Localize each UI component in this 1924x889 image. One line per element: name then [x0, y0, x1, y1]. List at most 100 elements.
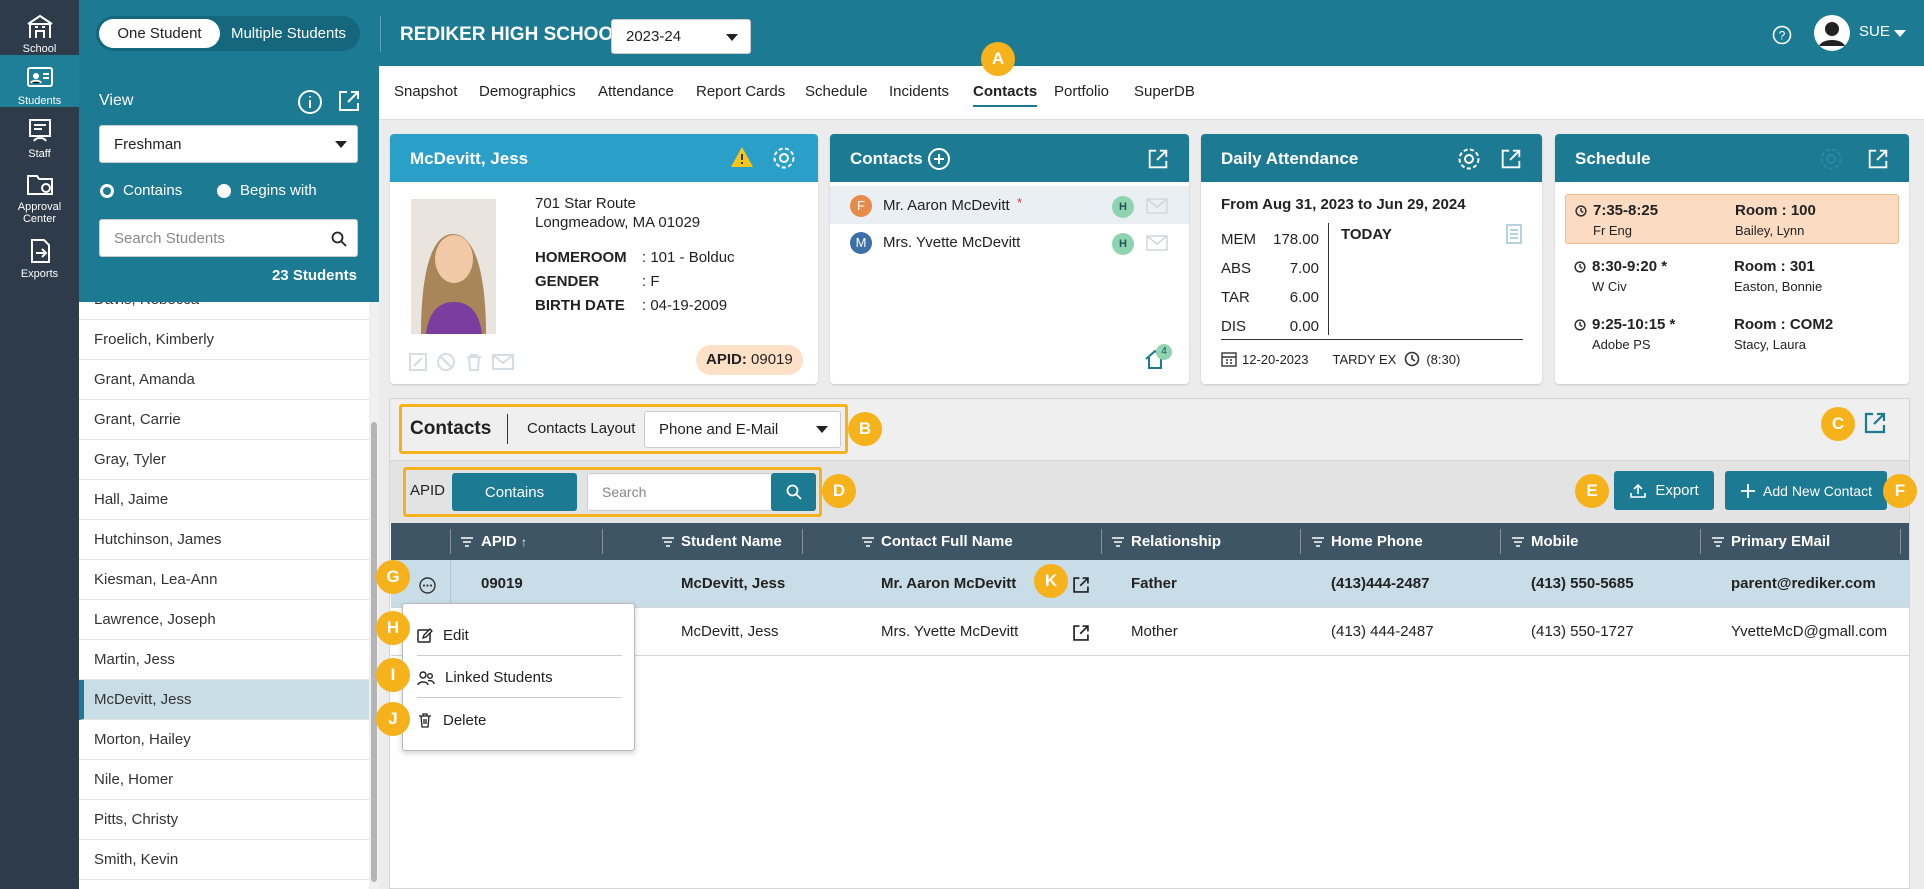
- export-button[interactable]: Export: [1614, 471, 1714, 510]
- filter-icon[interactable]: [1712, 537, 1724, 547]
- open-external-icon[interactable]: [1146, 147, 1170, 171]
- menu-item-linked-students[interactable]: Linked Students: [417, 658, 622, 698]
- note-icon[interactable]: [1506, 224, 1522, 244]
- add-circle-icon[interactable]: [927, 147, 951, 171]
- tab-contacts[interactable]: Contacts: [973, 83, 1038, 107]
- rail-staff[interactable]: Staff: [0, 117, 79, 160]
- grade-select[interactable]: Freshman: [99, 125, 358, 163]
- tab-incidents[interactable]: Incidents: [889, 83, 949, 100]
- mail-icon[interactable]: [1146, 235, 1168, 251]
- warning-icon[interactable]: [730, 146, 754, 168]
- trash-icon[interactable]: [464, 352, 484, 372]
- col-apid[interactable]: APID ↑: [481, 533, 527, 550]
- list-item[interactable]: Kiesman, Lea-Ann: [79, 560, 379, 600]
- col-contact-full-name[interactable]: Contact Full Name: [881, 533, 1013, 550]
- col-mobile[interactable]: Mobile: [1531, 533, 1579, 550]
- open-external-icon[interactable]: [1866, 147, 1890, 171]
- list-item-selected[interactable]: McDevitt, Jess: [79, 680, 379, 720]
- col-student-name[interactable]: Student Name: [681, 533, 782, 550]
- block-icon[interactable]: [436, 352, 456, 372]
- open-external-icon[interactable]: [1499, 147, 1523, 171]
- student-address: 701 Star Route Longmeadow, MA 01029: [535, 195, 701, 231]
- filter-icon[interactable]: [862, 537, 874, 547]
- filter-icon[interactable]: [1112, 537, 1124, 547]
- tab-portfolio[interactable]: Portfolio: [1054, 83, 1109, 100]
- contact-row[interactable]: M Mrs. Yvette McDevitt H: [830, 224, 1189, 262]
- list-item[interactable]: Nile, Homer: [79, 760, 379, 800]
- attendance-card: Daily Attendance From Aug 31, 2023 to Ju…: [1201, 134, 1542, 384]
- user-name[interactable]: SUE: [1859, 23, 1890, 40]
- add-new-contact-button[interactable]: Add New Contact: [1725, 471, 1887, 510]
- list-item[interactable]: Grant, Amanda: [79, 360, 379, 400]
- list-item[interactable]: Pitts, Christy: [79, 800, 379, 840]
- multiple-students-option[interactable]: Multiple Students: [220, 19, 357, 48]
- open-external-icon[interactable]: [336, 88, 362, 114]
- search-button[interactable]: [771, 473, 816, 511]
- scrollbar-thumb[interactable]: [371, 422, 377, 882]
- avatar[interactable]: [1814, 15, 1850, 51]
- mail-icon[interactable]: [1146, 198, 1168, 214]
- user-menu-chevron-icon[interactable]: [1894, 30, 1906, 37]
- contact-row[interactable]: F Mr. Aaron McDevitt * H: [830, 186, 1189, 224]
- contains-filter-button[interactable]: Contains: [452, 473, 577, 511]
- list-item[interactable]: Hutchinson, James: [79, 520, 379, 560]
- rail-exports[interactable]: Exports: [0, 237, 79, 280]
- search-icon[interactable]: [331, 231, 347, 247]
- schedule-row-current[interactable]: 7:35-8:25 Fr Eng Room : 100 Bailey, Lynn: [1565, 194, 1899, 244]
- gear-icon[interactable]: [771, 145, 797, 171]
- search-students-input[interactable]: Search Students: [99, 219, 358, 257]
- schedule-row[interactable]: 9:25-10:15 * Adobe PS Room : COM2 Stacy,…: [1565, 309, 1899, 359]
- one-student-option[interactable]: One Student: [99, 19, 220, 48]
- callout-c: C: [1821, 407, 1855, 441]
- col-home-phone[interactable]: Home Phone: [1331, 533, 1423, 550]
- list-item[interactable]: Smith, Kevin: [79, 840, 379, 880]
- upload-icon: [1630, 483, 1647, 498]
- schedule-row[interactable]: 8:30-9:20 * W Civ Room : 301 Easton, Bon…: [1565, 251, 1899, 301]
- col-primary-email[interactable]: Primary EMail: [1731, 533, 1830, 550]
- filter-icon[interactable]: [662, 537, 674, 547]
- radio-begins-with[interactable]: Begins with: [216, 182, 317, 199]
- list-item[interactable]: Davis, Rebecca: [79, 302, 379, 320]
- scrollbar-track[interactable]: [369, 302, 379, 889]
- contacts-layout-select[interactable]: Phone and E-Mail: [644, 411, 841, 448]
- rail-school[interactable]: School: [0, 12, 79, 55]
- gear-icon[interactable]: [1456, 146, 1482, 172]
- list-item[interactable]: Morton, Hailey: [79, 720, 379, 760]
- rail-approval-center[interactable]: Approval Center: [0, 170, 79, 225]
- today-label: TODAY: [1341, 226, 1392, 243]
- more-options-icon[interactable]: [419, 577, 436, 594]
- radio-contains[interactable]: Contains: [99, 182, 182, 199]
- filter-icon[interactable]: [1512, 537, 1524, 547]
- tab-snapshot[interactable]: Snapshot: [394, 83, 457, 100]
- rail-students[interactable]: Students: [0, 55, 79, 107]
- table-row[interactable]: 09019 McDevitt, Jess Mr. Aaron McDevitt …: [391, 560, 1909, 608]
- list-item[interactable]: Martin, Jess: [79, 640, 379, 680]
- linked-users-icon: [417, 670, 435, 685]
- menu-item-delete[interactable]: Delete: [417, 700, 622, 740]
- list-item[interactable]: Gray, Tyler: [79, 440, 379, 480]
- filter-icon[interactable]: [461, 537, 473, 547]
- list-item[interactable]: Grant, Carrie: [79, 400, 379, 440]
- tab-superdb[interactable]: SuperDB: [1134, 83, 1195, 100]
- tab-attendance[interactable]: Attendance: [598, 83, 674, 100]
- col-relationship[interactable]: Relationship: [1131, 533, 1221, 550]
- menu-item-edit[interactable]: Edit: [417, 616, 622, 656]
- open-external-icon[interactable]: [1862, 410, 1888, 436]
- chevron-down-icon: [816, 426, 828, 433]
- tab-report-cards[interactable]: Report Cards: [696, 83, 785, 100]
- list-item[interactable]: Lawrence, Joseph: [79, 600, 379, 640]
- trash-icon: [419, 713, 431, 728]
- mail-icon[interactable]: [492, 352, 514, 372]
- info-icon[interactable]: [297, 89, 323, 115]
- open-contact-icon[interactable]: [1071, 623, 1091, 643]
- list-item[interactable]: Froelich, Kimberly: [79, 320, 379, 360]
- filter-icon[interactable]: [1312, 537, 1324, 547]
- contact-search-input[interactable]: Search: [587, 473, 773, 511]
- open-contact-icon[interactable]: [1071, 575, 1091, 595]
- tab-demographics[interactable]: Demographics: [479, 83, 576, 100]
- list-item[interactable]: Hall, Jaime: [79, 480, 379, 520]
- help-icon[interactable]: ?: [1772, 25, 1792, 45]
- tab-schedule[interactable]: Schedule: [805, 83, 868, 100]
- edit-icon[interactable]: [408, 352, 428, 372]
- year-select[interactable]: 2023-24: [611, 19, 751, 54]
